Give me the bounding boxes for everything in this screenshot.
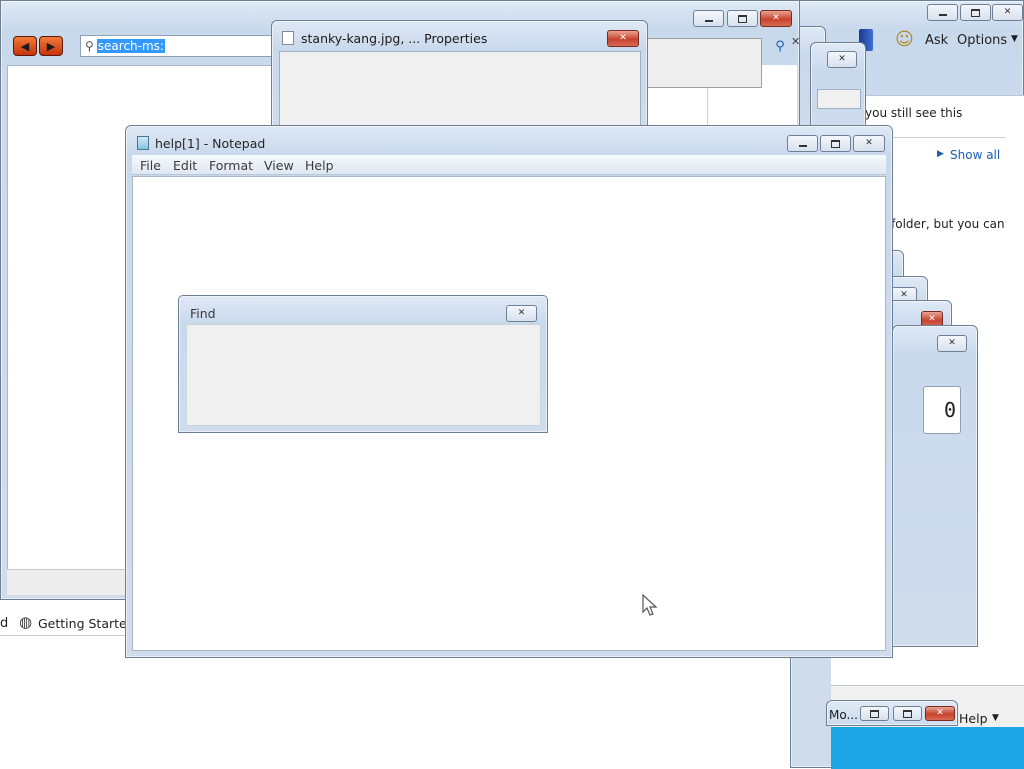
notepad-icon — [137, 136, 149, 150]
explorer-minimize-button[interactable] — [693, 10, 724, 27]
globe-icon: ◍ — [19, 613, 33, 631]
explorer-close-button[interactable]: ✕ — [760, 10, 792, 27]
calculator-display-value: 0 — [943, 398, 956, 422]
notepad-minimize-button[interactable] — [787, 135, 818, 152]
mini-maximize-button[interactable] — [893, 706, 922, 721]
ask-icon: ☺ — [895, 29, 914, 50]
menu-format[interactable]: Format — [209, 158, 253, 173]
find-dialog-title: Find — [190, 306, 216, 321]
options-button[interactable]: Options — [957, 33, 1007, 48]
find-close-button[interactable]: ✕ — [506, 305, 537, 322]
help-snippet-2: folder, but you can — [891, 217, 1005, 231]
find-dialog: Find ✕ — [178, 295, 548, 433]
explorer-statusbar — [7, 569, 129, 595]
explorer-maximize-button[interactable] — [727, 10, 758, 27]
getting-started-link[interactable]: Getting Started — [38, 616, 135, 631]
explorer-search-button[interactable]: ⚲ — [769, 35, 791, 57]
menu-file[interactable]: File — [140, 158, 161, 173]
help-menu[interactable]: Help — [959, 711, 988, 726]
calculator-close-button[interactable]: ✕ — [937, 335, 967, 352]
notepad-title: help[1] - Notepad — [155, 136, 266, 151]
nav-buttons: ◀ ▶ — [13, 36, 63, 56]
find-dialog-body — [186, 324, 541, 426]
menu-edit[interactable]: Edit — [173, 158, 197, 173]
explorer-overlay-box — [640, 38, 762, 88]
stacked-dialog-2: ✕ — [810, 42, 866, 138]
notepad-maximize-button[interactable] — [820, 135, 851, 152]
help-minimize-button[interactable] — [927, 4, 958, 21]
desktop-wallpaper — [831, 727, 1024, 769]
properties-window: stanky-kang.jpg, ... Properties ✕ — [271, 20, 648, 141]
show-all-link[interactable]: Show all — [950, 148, 1000, 162]
properties-close-button[interactable]: ✕ — [607, 30, 639, 47]
explorer-toolbar-close[interactable]: ✕ — [791, 35, 805, 53]
ask-button[interactable]: Ask — [925, 33, 948, 48]
forward-button[interactable]: ▶ — [39, 36, 63, 56]
help-restore-button[interactable] — [960, 4, 991, 21]
mini-restore-button[interactable] — [860, 706, 889, 721]
help-snippet-1: you still see this — [865, 106, 963, 120]
show-all-arrow-icon: ▶ — [937, 149, 944, 159]
notepad-close-button[interactable]: ✕ — [853, 135, 885, 152]
stacked-dialog-2-close[interactable]: ✕ — [827, 51, 857, 68]
minimized-window-title: Mo... — [829, 708, 858, 722]
document-icon — [282, 31, 294, 45]
calculator-window: ✕ 0 — [892, 325, 978, 647]
help-menu-chevron-icon: ▼ — [992, 713, 999, 723]
mini-close-button[interactable]: ✕ — [925, 706, 955, 721]
minimized-window-bar[interactable]: Mo... ✕ — [826, 700, 958, 726]
help-close-button[interactable]: ✕ — [992, 4, 1023, 21]
mouse-cursor — [642, 593, 658, 618]
menu-view[interactable]: View — [264, 158, 294, 173]
menu-help[interactable]: Help — [305, 158, 334, 173]
search-text: search-ms: — [96, 39, 165, 53]
search-icon: ⚲ — [85, 39, 94, 53]
back-button[interactable]: ◀ — [13, 36, 37, 56]
calculator-display: 0 — [923, 386, 961, 434]
address-search-input[interactable]: ⚲ search-ms: — [80, 35, 290, 57]
options-chevron-icon: ▼ — [1011, 34, 1018, 44]
properties-title: stanky-kang.jpg, ... Properties — [301, 31, 488, 46]
favorites-prefix: d — [0, 616, 9, 631]
